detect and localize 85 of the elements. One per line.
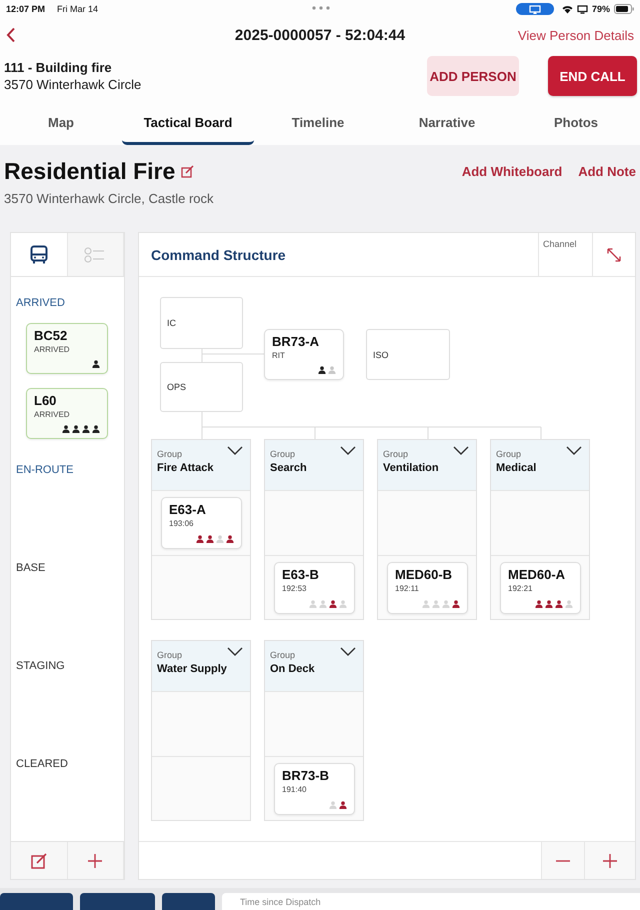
unit-card[interactable]: L60 ARRIVED: [26, 388, 108, 439]
section-label: BASE: [16, 562, 46, 574]
board-action-link[interactable]: Add Whiteboard: [462, 164, 562, 179]
wifi-icon: [562, 4, 573, 14]
unit-card[interactable]: E63-B 192:53: [274, 562, 355, 614]
more-dots-icon[interactable]: [312, 6, 330, 10]
edit-icon: [30, 852, 47, 868]
checklist-icon: [84, 246, 106, 262]
unit-card[interactable]: BR73-B 191:40: [274, 763, 355, 815]
status-date: Fri Mar 14: [57, 4, 98, 14]
unit-status: ARRIVED: [34, 345, 71, 354]
chevron-down-icon[interactable]: [340, 647, 356, 656]
board-action-link[interactable]: Add Note: [578, 164, 636, 179]
chevron-down-icon[interactable]: [227, 446, 243, 455]
unit-name: MED60-B: [395, 568, 454, 582]
channel-label[interactable]: Channel: [538, 233, 592, 276]
unit-name: L60: [34, 394, 58, 408]
unit-card[interactable]: BC52 ARRIVED: [26, 323, 108, 374]
chevron-down-icon[interactable]: [340, 446, 356, 455]
board-address: 3570 Winterhawk Circle, Castle rock: [4, 191, 214, 206]
clock-time: 12:07 PM: [6, 4, 46, 14]
group-caption: Group: [270, 449, 296, 459]
group-caption: Group: [157, 650, 182, 660]
monitor-icon: [576, 4, 588, 14]
elapsed-time: 191:40: [282, 785, 308, 794]
end-call-button[interactable]: END CALL: [548, 56, 637, 96]
tab[interactable]: Map: [0, 100, 122, 145]
plus-icon: [603, 854, 617, 868]
chevron-down-icon[interactable]: [566, 446, 582, 455]
view-person-details-link[interactable]: View Person Details: [518, 28, 634, 42]
section-label: CLEARED: [16, 758, 69, 770]
unit-name: BR73-A: [272, 335, 320, 349]
unit-role: RIT: [272, 351, 286, 360]
group-name: Water Supply: [157, 663, 227, 675]
group-caption: Group: [157, 449, 182, 459]
section-label: STAGING: [16, 660, 66, 672]
unit-name: E63-B: [282, 568, 320, 582]
expand-icon: [606, 246, 622, 262]
position-node[interactable]: OPS: [160, 362, 243, 412]
tab[interactable]: Timeline: [254, 100, 382, 145]
battery-icon: [614, 4, 634, 14]
unit-status: ARRIVED: [34, 410, 71, 419]
tab[interactable]: Photos: [512, 100, 640, 145]
chevron-down-icon[interactable]: [453, 446, 469, 455]
group-name: Medical: [496, 462, 536, 474]
board-title: Residential Fire: [4, 158, 176, 185]
group-name: Fire Attack: [157, 462, 214, 474]
elapsed-time: 193:06: [169, 519, 194, 528]
incident-address: 3570 Winterhawk Circle: [4, 77, 142, 92]
incident-type: 111 - Building fire: [4, 60, 113, 75]
elapsed-time: 192:21: [508, 584, 534, 593]
group-name: Search: [270, 462, 307, 474]
position-node[interactable]: ISO: [366, 329, 450, 380]
screen-mirroring-indicator: [516, 3, 554, 15]
unit-name: BR73-B: [282, 769, 330, 783]
group-caption: Group: [383, 449, 408, 459]
elapsed-time: 192:11: [395, 584, 420, 593]
section-label: ARRIVED: [16, 297, 66, 309]
group-caption: Group: [496, 449, 522, 459]
battery-percent: 79%: [592, 4, 610, 14]
panel-title: Command Structure: [150, 246, 286, 262]
call-title: 2025-0000057 - 52:04:44: [234, 26, 406, 44]
edit-icon[interactable]: [181, 165, 194, 178]
unit-name: E63-A: [169, 503, 207, 517]
unit-card[interactable]: MED60-A 192:21: [500, 562, 581, 614]
group-name: On Deck: [270, 663, 315, 675]
bus-icon: [28, 244, 49, 264]
group-name: Ventilation: [383, 462, 439, 474]
unit-card[interactable]: MED60-B 192:11: [387, 562, 468, 614]
section-label: EN-ROUTE: [16, 464, 74, 476]
group-caption: Group: [270, 650, 296, 660]
chevron-down-icon[interactable]: [227, 647, 243, 656]
tab[interactable]: Narrative: [382, 100, 512, 145]
unit-name: MED60-A: [508, 568, 566, 582]
unit-card[interactable]: E63-A 193:06: [161, 497, 242, 549]
add-person-button[interactable]: ADD PERSON: [427, 56, 519, 96]
edit-button[interactable]: [11, 842, 68, 879]
plus-icon: [88, 854, 102, 868]
unit-name: BC52: [34, 329, 68, 343]
minus-icon: [556, 860, 570, 862]
unit-card[interactable]: BR73-A RIT: [264, 329, 344, 380]
dispatch-timer-field: Time since Dispatch: [222, 893, 640, 910]
elapsed-time: 192:53: [282, 584, 308, 593]
position-node[interactable]: IC: [160, 297, 243, 349]
back-chevron-icon[interactable]: [6, 27, 16, 43]
